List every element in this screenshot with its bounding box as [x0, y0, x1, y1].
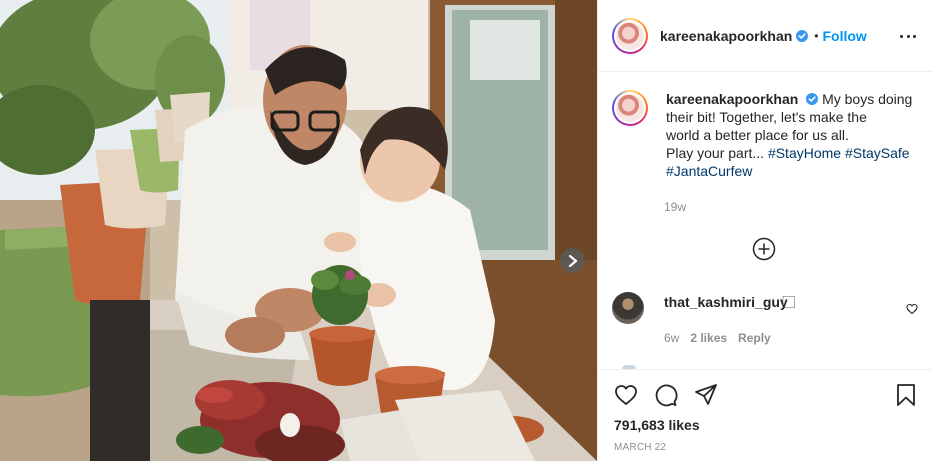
caption-text: kareenakapoorkhan My boys doing their bi…: [666, 90, 912, 180]
caption-avatar[interactable]: [612, 90, 648, 126]
comment-likes[interactable]: 2 likes: [690, 331, 727, 345]
like-button[interactable]: [614, 383, 638, 407]
commenter-username[interactable]: that_kashmiri_guy: [664, 294, 788, 310]
comment-reply-button[interactable]: Reply: [738, 331, 771, 345]
chevron-right-icon: [568, 254, 577, 267]
verified-badge-icon: [806, 91, 819, 105]
commenter-avatar[interactable]: [612, 292, 644, 324]
caption-timestamp[interactable]: 19w: [664, 200, 686, 214]
paper-plane-icon: [695, 384, 717, 405]
comment-icon: [655, 384, 678, 407]
caption-username[interactable]: kareenakapoorkhan: [666, 91, 798, 107]
verified-badge-icon: [796, 29, 809, 42]
caption-line-1: My boys doing: [822, 91, 913, 107]
next-photo-button[interactable]: [560, 248, 585, 273]
post-image: [0, 0, 597, 461]
caption-line-4: Play your part...: [666, 145, 765, 161]
save-button[interactable]: [894, 383, 918, 407]
post-photo[interactable]: [0, 0, 597, 461]
post-side-panel: kareenakapoorkhan • Follow kareenakapoor…: [597, 0, 932, 461]
comment-timestamp[interactable]: 6w: [664, 331, 679, 345]
heart-icon: [615, 385, 637, 405]
post-actions: 791,683 likes MARCH 22: [598, 369, 932, 461]
bookmark-icon: [897, 384, 915, 406]
author-username[interactable]: kareenakapoorkhan: [660, 28, 792, 44]
post-caption: kareenakapoorkhan My boys doing their bi…: [612, 90, 918, 180]
post-date[interactable]: MARCH 22: [614, 442, 666, 453]
separator-dot: •: [814, 28, 819, 43]
load-more-comments-button[interactable]: [752, 237, 776, 261]
comment-button[interactable]: [654, 383, 678, 407]
follow-button[interactable]: Follow: [823, 28, 867, 44]
hashtag-staysafe[interactable]: #StaySafe: [845, 145, 910, 161]
comment-item: that_kashmiri_guy ⃞ 6w 2 likes Reply: [612, 292, 918, 345]
heart-icon[interactable]: [906, 302, 918, 315]
caption-line-3: world a better place for us all.: [666, 127, 849, 143]
more-options-icon[interactable]: [900, 28, 916, 44]
likes-count[interactable]: 791,683 likes: [614, 417, 700, 433]
caption-line-2: their bit! Together, let's make the: [666, 109, 867, 125]
post-header: kareenakapoorkhan • Follow: [598, 0, 932, 72]
author-avatar[interactable]: [612, 17, 648, 54]
add-circle-icon: [752, 237, 776, 261]
share-button[interactable]: [694, 383, 718, 407]
hashtag-jantacurfew[interactable]: #JantaCurfew: [666, 163, 752, 179]
hashtag-stayhome[interactable]: #StayHome: [768, 145, 841, 161]
